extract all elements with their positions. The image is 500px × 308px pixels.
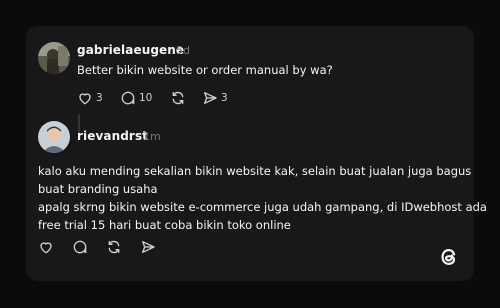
like-count: 3 <box>96 92 103 104</box>
share-count: 3 <box>221 92 228 104</box>
post2-reply-button[interactable] <box>72 239 88 255</box>
comment-icon <box>72 239 88 255</box>
post2-text-line-2: buat branding usaha <box>38 182 158 196</box>
post2-timestamp: 1m <box>143 130 161 143</box>
share-button[interactable]: 3 <box>202 90 228 106</box>
send-icon <box>140 239 156 255</box>
heart-icon <box>38 239 54 255</box>
post2-share-button[interactable] <box>140 239 156 255</box>
comment-icon <box>120 90 136 106</box>
reply-count: 10 <box>139 92 153 104</box>
post2-text-line-4: free trial 15 hari buat coba bikin toko … <box>38 218 291 232</box>
post2-like-button[interactable] <box>38 239 54 255</box>
avatar-rievandrst[interactable] <box>38 121 70 153</box>
reply-button[interactable]: 10 <box>120 90 152 106</box>
post1-timestamp: 5d <box>176 44 190 57</box>
repost-icon <box>170 90 186 106</box>
post2-text-line-1: kalo aku mending sekalian bikin website … <box>38 164 472 178</box>
threads-card: gabrielaeugene 5d Better bikin website o… <box>26 26 487 281</box>
like-button[interactable]: 3 <box>77 90 103 106</box>
avatar-gabrielaeugene[interactable] <box>38 42 70 74</box>
repost-button[interactable] <box>170 90 186 106</box>
heart-icon <box>77 90 93 106</box>
send-icon <box>202 90 218 106</box>
post2-repost-button[interactable] <box>106 239 122 255</box>
repost-icon <box>106 239 122 255</box>
threads-logo-icon[interactable] <box>438 246 460 272</box>
post2-text-line-3: apalg skrng bikin website e-commerce jug… <box>38 200 487 214</box>
post2-username[interactable]: rievandrst <box>77 129 148 143</box>
post1-username[interactable]: gabrielaeugene <box>77 43 184 57</box>
post1-text: Better bikin website or order manual by … <box>77 63 333 77</box>
